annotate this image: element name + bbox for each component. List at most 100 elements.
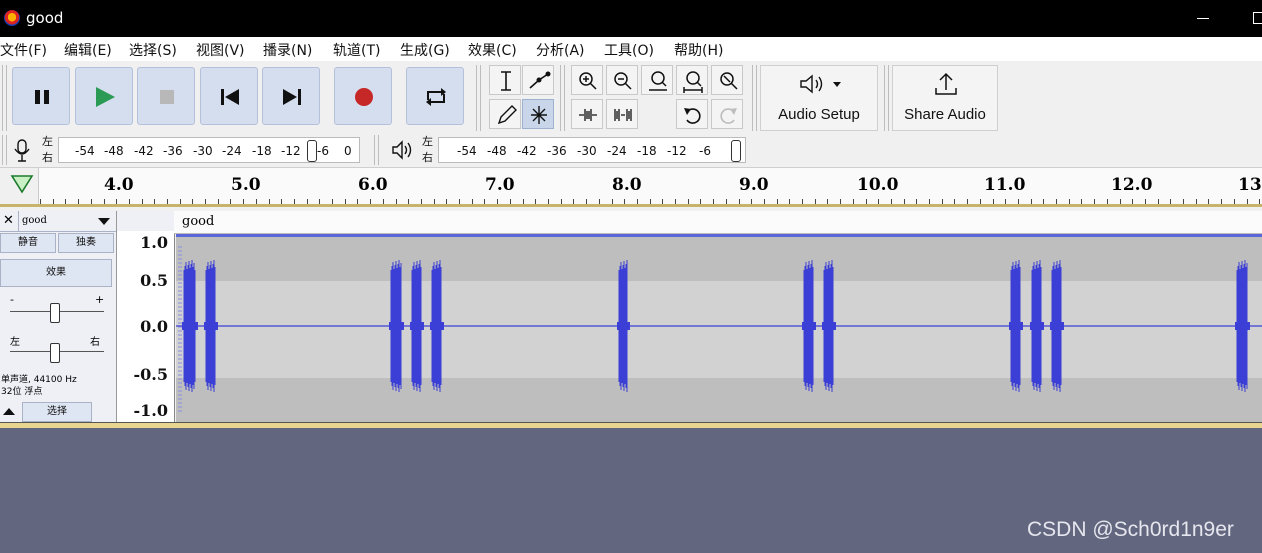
ruler-tick [91, 199, 92, 204]
ruler-tick [1247, 199, 1248, 204]
play-button[interactable] [75, 67, 133, 125]
record-meter-right-label: 右 [42, 151, 53, 164]
track-menu-dropdown-icon[interactable] [96, 214, 112, 230]
ruler-tick [472, 199, 473, 204]
menu-view[interactable]: 视图(V) [196, 40, 245, 60]
selection-tool-button[interactable] [489, 65, 521, 95]
ruler-tick [396, 199, 397, 204]
select-track-button[interactable]: 选择 [22, 402, 92, 422]
track-control-panel[interactable]: ✕ good 静音 独奏 效果 - + 左 右 单声道, 44100 Hz 32… [0, 211, 117, 422]
share-audio-button[interactable]: Share Audio [892, 65, 998, 131]
scale-label: 0.5 [140, 271, 168, 290]
menu-edit[interactable]: 编辑(E) [64, 40, 112, 60]
track-bottom-border [0, 422, 1262, 428]
zoom-out-button[interactable] [606, 65, 638, 95]
toolbar-grip[interactable] [884, 65, 889, 131]
ruler-tick [1221, 199, 1222, 204]
envelope-icon [529, 71, 551, 89]
menu-analyze[interactable]: 分析(A) [536, 40, 585, 60]
minimize-button[interactable] [1188, 6, 1218, 30]
ruler-tick [878, 199, 879, 204]
meter-tick: 0 [723, 144, 731, 158]
playback-level-meter[interactable]: -54 -48 -42 -36 -30 -24 -18 -12 -6 0 [438, 137, 746, 163]
pause-button[interactable] [12, 67, 70, 125]
timeline-ruler[interactable]: 4.0 5.0 6.0 7.0 8.0 9.0 10.0 11.0 12.0 1… [0, 168, 1262, 207]
play-head-triangle-icon[interactable] [0, 168, 38, 202]
pencil-icon [497, 105, 517, 125]
skip-to-end-button[interactable] [262, 67, 320, 125]
ruler-tick [726, 199, 727, 204]
zoom-toggle-button[interactable] [711, 65, 743, 95]
silence-audio-button[interactable] [606, 99, 638, 129]
ruler-tick [1132, 199, 1133, 204]
trim-audio-button[interactable] [571, 99, 603, 129]
waveform-burst-core [430, 322, 444, 330]
vertical-amplitude-scale[interactable]: 1.0 0.5 0.0 -0.5 -1.0 [117, 231, 175, 422]
speaker-icon[interactable] [388, 135, 414, 165]
menu-record[interactable]: 播录(N) [263, 40, 312, 60]
toolbar-grip[interactable] [560, 65, 565, 131]
playback-meter-slider-thumb[interactable] [731, 140, 741, 162]
undo-button[interactable] [676, 99, 708, 129]
stop-button[interactable] [137, 67, 195, 125]
redo-button[interactable] [711, 99, 743, 129]
effects-button[interactable]: 效果 [0, 259, 112, 287]
waveform-burst-core [617, 322, 630, 330]
menu-tracks[interactable]: 轨道(T) [333, 40, 380, 60]
menu-effect[interactable]: 效果(C) [468, 40, 517, 60]
track-header: ✕ good [0, 211, 116, 232]
menu-generate[interactable]: 生成(G) [400, 40, 450, 60]
ruler-tick [650, 199, 651, 204]
trim-icon [579, 109, 597, 121]
ruler-tick [65, 199, 66, 204]
toolbar-grip[interactable] [752, 65, 757, 131]
toolbar-grip[interactable] [476, 65, 481, 131]
record-button[interactable] [334, 67, 392, 125]
zoom-out-icon [614, 72, 632, 90]
scale-label: 1.0 [140, 233, 168, 252]
zoom-in-button[interactable] [571, 65, 603, 95]
meter-tick: -42 [517, 144, 537, 158]
toolbar-grip[interactable] [374, 135, 379, 165]
fit-project-button[interactable] [676, 65, 708, 95]
ruler-tick [167, 199, 168, 204]
record-level-meter[interactable]: -54 -48 -42 -36 -30 -24 -18 -12 -6 0 [58, 137, 360, 163]
ruler-tick [1005, 199, 1006, 204]
ruler-tick [192, 199, 193, 204]
audio-setup-button[interactable]: Audio Setup [760, 65, 878, 131]
skip-to-start-button[interactable] [200, 67, 258, 125]
track-name[interactable]: good [22, 215, 47, 226]
pan-slider-thumb[interactable] [50, 343, 60, 363]
mute-button[interactable]: 静音 [0, 233, 56, 253]
solo-button[interactable]: 独奏 [58, 233, 114, 253]
collapse-track-icon[interactable] [0, 402, 18, 420]
menu-select[interactable]: 选择(S) [129, 40, 177, 60]
multi-tool-button[interactable] [522, 99, 554, 129]
close-track-button[interactable]: ✕ [3, 213, 14, 228]
ruler-tick [1069, 199, 1070, 204]
ruler-tick [1081, 199, 1082, 204]
draw-tool-button[interactable] [489, 99, 521, 129]
toolbar-grip[interactable] [2, 65, 7, 131]
ruler-tick [1234, 199, 1235, 204]
speaker-dropdown-icon [800, 74, 841, 94]
meter-toolbar: 左 右 -54 -48 -42 -36 -30 -24 -18 -12 -6 0… [0, 133, 1262, 167]
record-meter-slider-thumb[interactable] [307, 140, 317, 162]
gain-slider-thumb[interactable] [50, 303, 60, 323]
menu-tools[interactable]: 工具(O) [604, 40, 654, 60]
ruler-tick [332, 199, 333, 204]
fit-selection-button[interactable] [641, 65, 673, 95]
audio-clip-waveform[interactable] [176, 234, 1262, 425]
menu-help[interactable]: 帮助(H) [674, 40, 723, 60]
clip-title-bar[interactable]: good [174, 211, 1262, 234]
maximize-button[interactable] [1244, 6, 1262, 30]
loop-button[interactable] [406, 67, 464, 125]
meter-tick: -30 [577, 144, 597, 158]
menu-file[interactable]: 文件(F) [0, 40, 47, 60]
toolbar-grip[interactable] [2, 135, 7, 165]
ruler-tick [840, 199, 841, 204]
waveform-burst-core [802, 322, 816, 330]
microphone-icon[interactable] [10, 135, 34, 165]
envelope-tool-button[interactable] [522, 65, 554, 95]
title-bar: good [0, 0, 1262, 37]
